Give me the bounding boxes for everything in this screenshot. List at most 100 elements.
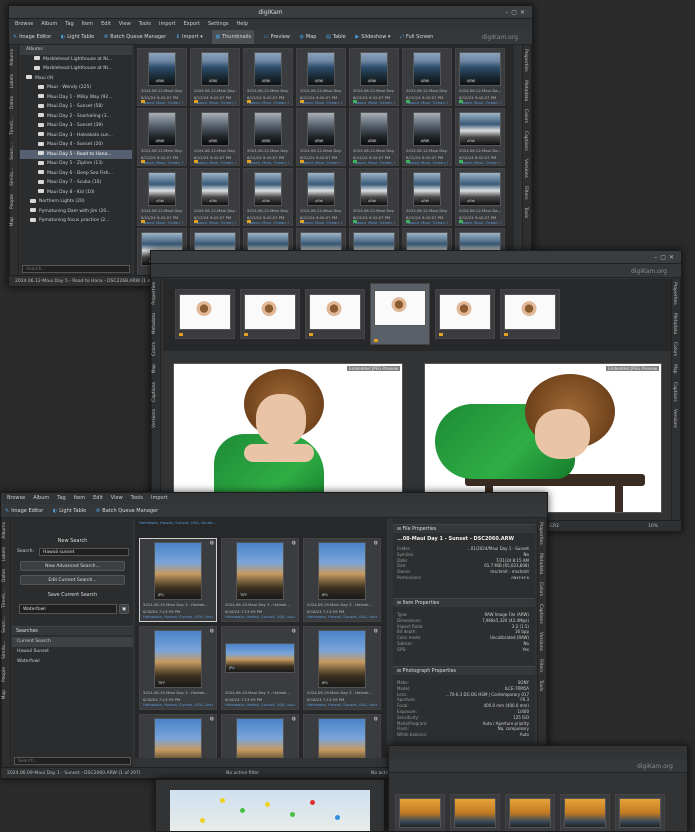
searches-filter-input[interactable]: Search... [14,757,131,765]
filmstrip-thumb[interactable] [370,283,430,345]
queue-thumb[interactable] [615,794,665,831]
sidebar-tab[interactable]: Properties [523,45,528,76]
sidebar-tab[interactable]: Albums [10,45,15,70]
sidebar-tab[interactable]: Versions [672,405,677,432]
map-pin[interactable] [265,802,270,807]
search-thumbnail[interactable]: JPG◍2024.06.19-Maui Day 3 - Haleak...6/1… [139,538,217,622]
sidebar-tab[interactable]: Map [2,686,7,704]
saved-search-item[interactable]: Waterfowl [12,657,133,667]
menu-item[interactable]: View [111,495,123,501]
menu-item[interactable]: Import [151,495,168,501]
image-editor-button[interactable]: ✎ Image Editor [13,30,51,44]
thumbnail[interactable]: ARW 2024.06.12-Maui Da... 6/12/24 9:42:07 … [455,108,505,166]
album-tree-item[interactable]: Maui Day 8 - Kid (10) [20,188,132,198]
filmstrip-thumb[interactable] [175,289,235,339]
queue-thumb[interactable] [505,794,555,831]
album-tree-item[interactable]: Maui (9) [20,74,132,84]
sidebar-tab[interactable]: Properties [538,518,543,549]
sidebar-tab[interactable]: Map [672,360,677,378]
album-tree-item[interactable]: Maui Day 5 - Zipline (13) [20,159,132,169]
search-thumbnail[interactable]: TIFF ◍ 2024.06.19-Maui Day 3 - Haleak... 6/… [139,626,217,710]
menu-item[interactable]: Album [33,495,49,501]
save-search-input[interactable]: Waterfowl [19,604,117,614]
lt-left-preview[interactable]: Embedded JPEG Preview [173,363,403,513]
search-thumbnail[interactable]: JPG◍2024.06.19-Maui Day 3 - Haleak...6/1… [139,714,217,758]
sidebar-tab[interactable]: Versions [523,155,528,182]
thumbnail[interactable]: ARW 2024.06.12-Maui Day... 6/12/24 9:42:07… [243,168,293,226]
sidebar-tab[interactable]: Colors [152,338,157,360]
menu-item[interactable]: Tools [131,495,143,501]
album-tree-item[interactable]: Maui Day 1 - Sunset (58) [20,102,132,112]
sidebar-tab[interactable]: Simila... [10,164,15,190]
sidebar-tab[interactable]: Metadata [523,76,528,105]
save-icon[interactable]: ▣ [119,604,129,614]
window-buttons[interactable]: –▢✕ [505,6,528,19]
filmstrip-thumb[interactable] [500,289,560,339]
filmstrip-thumb[interactable] [305,289,365,339]
search-input[interactable]: Hawaii sunset [39,548,129,556]
lt-right-preview[interactable]: Embedded JPEG Preview [424,363,662,513]
menu-item[interactable]: Settings [208,21,229,27]
sidebar-tab[interactable]: Colors [538,578,543,600]
thumbnail[interactable]: ARW 2024.06.12-Maui Day... 6/12/24 9:42:07… [190,108,240,166]
album-tree-item[interactable]: Marblehead Lighthouse at Ni... [20,64,132,74]
sidebar-tab[interactable]: Versions [538,628,543,655]
queue-thumb[interactable] [395,794,445,831]
sidebar-tab[interactable]: Labels [10,70,15,92]
sidebar-tab[interactable]: Timeli... [2,586,7,612]
thumbnail[interactable]: ARW 2024.06.12-Maui Day... 6/12/24 9:42:07… [402,48,452,106]
sidebar-tab[interactable]: Metadata [538,549,543,578]
light-table-button[interactable]: ◐ Light Table [61,30,94,44]
sidebar-tab[interactable]: Properties [152,278,157,309]
search-thumbnail[interactable]: JPG◍2024.06.19-Maui Day 3 - Haleak...6/1… [221,626,299,710]
menu-item[interactable]: Tag [57,495,65,501]
menu-item[interactable]: Export [184,21,200,27]
sidebar-tab[interactable]: People [2,663,7,686]
map-pin[interactable] [220,798,225,803]
menu-item[interactable]: Help [237,21,248,27]
thumbnail[interactable]: ARW 2024.06.12-Maui Da... 6/12/24 9:42:07 … [455,48,505,106]
sidebar-tab[interactable]: Albums [2,518,7,543]
album-tree-item[interactable]: Maui Day 5 - Road to Hana... [20,149,132,159]
thumbnail[interactable]: ARW 2024.06.12-Maui Da... 6/12/24 9:42:07 … [455,168,505,226]
thumbnail[interactable]: ARW 2024.06.12-Maui Day... 6/12/24 9:42:07… [402,108,452,166]
menu-item[interactable]: Tag [65,21,73,27]
search-thumbnail[interactable]: JPG◍2024.06.19-Maui Day 3 - Haleak...6/1… [303,626,381,710]
thumbnail[interactable]: ARW 2024.06.12-Maui Day... 6/12/24 9:42:07… [137,168,187,226]
thumbnail[interactable]: ARW 2024.06.12-Maui Day... 6/12/24 9:42:07… [137,48,187,106]
menu-item[interactable]: Item [82,21,93,27]
thumbnail[interactable]: ARW 2024.06.12-Maui Day... 6/12/24 9:42:07… [296,48,346,106]
import-button[interactable]: ⬇ Import ▾ [176,30,203,44]
sidebar-tab[interactable]: Tools [538,676,543,695]
filmstrip-thumb[interactable] [435,289,495,339]
thumbnail[interactable]: ARW 2024.06.12-Maui Day... 6/12/24 9:42:07… [349,168,399,226]
menu-item[interactable]: Import [159,21,176,27]
album-tree-item[interactable]: Marblehead Lighthouse at Ni... [20,55,132,65]
table-button[interactable]: ▤ Table [326,30,346,44]
sidebar-tab[interactable]: Metadata [672,309,677,338]
sidebar-tab[interactable]: People [10,190,15,213]
search-light-table-button[interactable]: ◐ Light Table [53,504,86,517]
sidebar-tab[interactable]: Captions [538,600,543,628]
album-tree-item[interactable]: Pymatuning focus practice (2... [20,216,132,226]
map-pin[interactable] [240,808,245,813]
sidebar-tab[interactable]: Properties [672,278,677,309]
search-thumbnail[interactable]: JPG◍2024.06.19-Maui Day 3 - Haleak...6/1… [221,714,299,758]
map-pin[interactable] [200,818,205,823]
thumbnail[interactable]: ARW 2024.06.12-Maui Day... 6/12/24 9:42:07… [349,108,399,166]
thumbnail[interactable]: ARW 2024.06.12-Maui Day... 6/12/24 9:42:07… [190,48,240,106]
saved-search-item[interactable]: Current Search [12,637,133,647]
thumbnail[interactable]: ARW 2024.06.12-Maui Day... 6/12/24 9:42:07… [402,168,452,226]
new-advanced-search-button[interactable]: New Advanced Search... [20,561,125,571]
search-image-editor-button[interactable]: ✎ Image Editor [5,504,43,517]
sidebar-tab[interactable]: Simila... [2,637,7,663]
sidebar-tab[interactable]: Versions [152,405,157,432]
sidebar-tab[interactable]: Searc... [10,139,15,164]
slideshow-button[interactable]: ▶ Slideshow ▾ [355,30,390,44]
sidebar-tab[interactable]: Colors [523,105,528,127]
main-titlebar[interactable]: digiKam –▢✕ [9,6,532,19]
thumbnail[interactable]: ARW 2024.06.12-Maui Day... 6/12/24 9:42:07… [349,48,399,106]
sidebar-tab[interactable]: Colors [672,338,677,360]
map-button[interactable]: ◍ Map [300,30,317,44]
sidebar-tab[interactable]: Filters [538,655,543,677]
